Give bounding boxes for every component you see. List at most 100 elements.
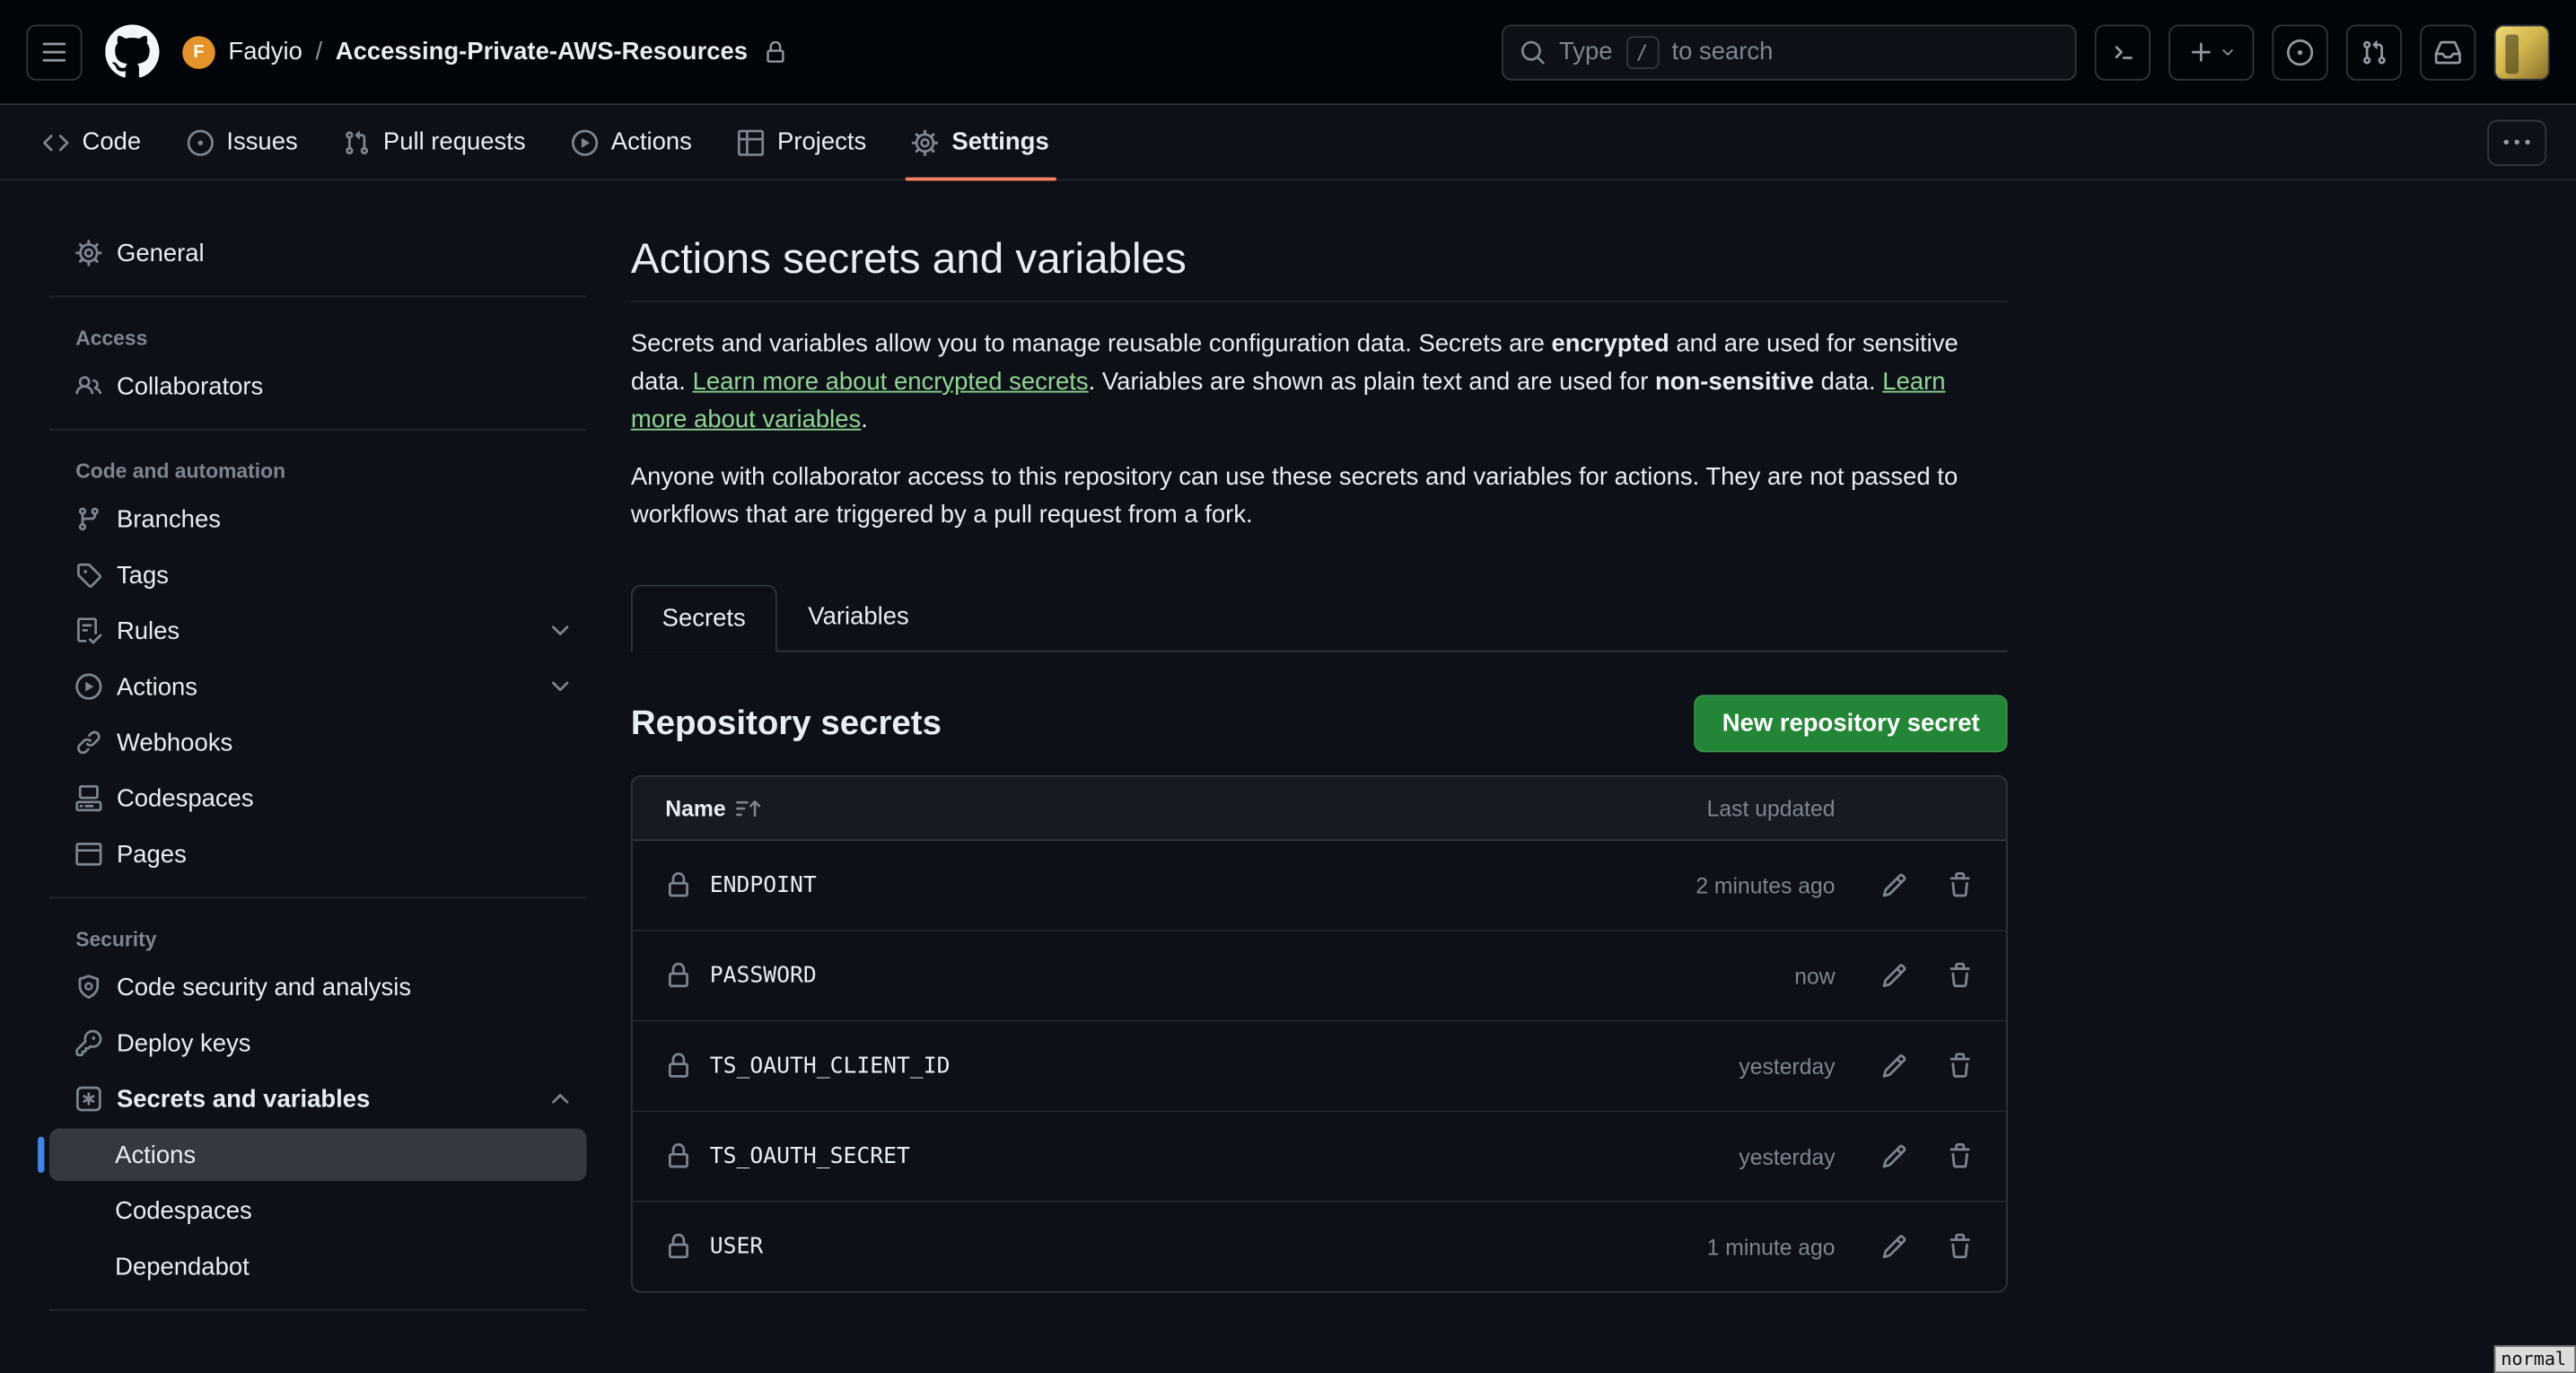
sidebar-item-label: Rules xyxy=(117,617,180,644)
learn-more-secrets-link[interactable]: Learn more about encrypted secrets xyxy=(693,368,1089,396)
github-repo-settings-page: F Fadyio / Accessing-Private-AWS-Resourc… xyxy=(0,0,2576,1373)
tab-settings[interactable]: Settings xyxy=(889,105,1073,179)
tab-label: Issues xyxy=(226,128,297,156)
sidebar-item-secrets-and-variables[interactable]: Secrets and variables xyxy=(49,1072,587,1125)
create-new-button[interactable] xyxy=(2169,24,2254,80)
column-last-updated: Last updated xyxy=(1589,796,1836,820)
gear-icon xyxy=(75,240,101,266)
chevron-down-icon xyxy=(548,673,574,699)
sidebar-item-pages[interactable]: Pages xyxy=(49,828,587,881)
sidebar-item-codespaces[interactable]: Codespaces xyxy=(49,772,587,825)
tab-code[interactable]: Code xyxy=(20,105,164,179)
repository-secrets-header: Repository secrets New repository secret xyxy=(631,695,2008,752)
inbox-button[interactable] xyxy=(2420,24,2475,80)
sidebar-subitem-dependabot[interactable]: Dependabot xyxy=(49,1240,587,1293)
sidebar-item-label: General xyxy=(117,239,205,267)
edit-secret-icon[interactable] xyxy=(1881,963,1907,989)
secret-name: ENDPOINT xyxy=(710,872,817,898)
delete-secret-icon[interactable] xyxy=(1947,1234,1973,1260)
sidebar-item-rules[interactable]: Rules xyxy=(49,605,587,658)
sidebar-item-collaborators[interactable]: Collaborators xyxy=(49,360,587,413)
sidebar-item-actions[interactable]: Actions xyxy=(49,660,587,713)
settings-sidebar: General Access Collaborators Code and au… xyxy=(0,180,609,1327)
people-icon xyxy=(75,373,101,399)
tab-projects[interactable]: Projects xyxy=(714,105,889,179)
new-repository-secret-button[interactable]: New repository secret xyxy=(1695,695,2008,752)
plus-icon xyxy=(2187,39,2213,65)
sidebar-item-deploy-keys[interactable]: Deploy keys xyxy=(49,1017,587,1070)
sidebar-item-label: Codespaces xyxy=(117,784,254,812)
tab-issues[interactable]: Issues xyxy=(164,105,321,179)
secret-row: TS_OAUTH_CLIENT_ID yesterday xyxy=(633,1020,2006,1111)
git-pull-request-icon xyxy=(344,129,370,155)
edit-secret-icon[interactable] xyxy=(1881,1143,1907,1169)
breadcrumb-separator: / xyxy=(315,38,322,66)
tab-actions[interactable]: Actions xyxy=(548,105,714,179)
secret-row: TS_OAUTH_SECRET yesterday xyxy=(633,1110,2006,1201)
sidebar-item-tags[interactable]: Tags xyxy=(49,548,587,601)
play-icon xyxy=(572,129,598,155)
hamburger-icon xyxy=(41,39,67,65)
github-logo[interactable] xyxy=(105,24,159,78)
command-palette-button[interactable] xyxy=(2095,24,2151,80)
sidebar-item-label: Branches xyxy=(117,505,221,533)
codespaces-icon xyxy=(75,785,101,811)
edit-secret-icon[interactable] xyxy=(1881,1053,1907,1079)
webhook-icon xyxy=(75,730,101,756)
global-menu-button[interactable] xyxy=(26,24,82,80)
sidebar-item-label: Collaborators xyxy=(117,372,263,400)
delete-secret-icon[interactable] xyxy=(1947,963,1973,989)
sidebar-item-code-security[interactable]: Code security and analysis xyxy=(49,961,587,1014)
chevron-down-icon xyxy=(2219,44,2235,60)
user-avatar xyxy=(2495,25,2548,78)
breadcrumb-repo-link[interactable]: Accessing-Private-AWS-Resources xyxy=(336,38,748,66)
sidebar-subitem-actions[interactable]: Actions xyxy=(49,1128,587,1181)
pull-requests-dashboard-button[interactable] xyxy=(2346,24,2402,80)
secret-updated: now xyxy=(1589,964,1836,988)
sidebar-subitem-codespaces[interactable]: Codespaces xyxy=(49,1185,587,1237)
issues-dashboard-button[interactable] xyxy=(2272,24,2327,80)
code-icon xyxy=(43,129,69,155)
search-input[interactable]: Type / to search xyxy=(1502,24,2077,80)
secret-name: USER xyxy=(710,1234,764,1260)
sidebar-item-general[interactable]: General xyxy=(49,227,587,280)
breadcrumb: F Fadyio / Accessing-Private-AWS-Resourc… xyxy=(182,35,787,68)
tab-variables[interactable]: Variables xyxy=(777,583,941,651)
intro-text: . Variables are shown as plain text and … xyxy=(1089,368,1655,396)
lock-icon xyxy=(665,963,691,989)
edit-secret-icon[interactable] xyxy=(1881,1234,1907,1260)
sidebar-item-label: Code security and analysis xyxy=(117,974,411,1001)
sort-ascending-icon[interactable] xyxy=(736,796,760,820)
issue-opened-icon xyxy=(187,129,213,155)
nav-overflow-button[interactable] xyxy=(2487,120,2546,166)
divider xyxy=(49,295,587,297)
lock-icon xyxy=(665,872,691,898)
tab-pull-requests[interactable]: Pull requests xyxy=(320,105,548,179)
sidebar-item-label: Secrets and variables xyxy=(117,1085,370,1113)
user-avatar-button[interactable] xyxy=(2494,24,2550,80)
kebab-horizontal-icon xyxy=(2504,130,2530,156)
shield-icon xyxy=(75,974,101,1000)
browser-icon xyxy=(75,841,101,867)
delete-secret-icon[interactable] xyxy=(1947,1053,1973,1079)
gear-icon xyxy=(912,129,938,155)
tab-secrets[interactable]: Secrets xyxy=(631,585,777,652)
search-placeholder-suffix: to search xyxy=(1671,38,1773,66)
sidebar-item-label: Dependabot xyxy=(115,1253,250,1281)
chevron-up-icon xyxy=(548,1086,574,1112)
secret-row: PASSWORD now xyxy=(633,930,2006,1020)
delete-secret-icon[interactable] xyxy=(1947,1143,1973,1169)
github-mark-icon xyxy=(105,24,159,78)
sidebar-item-branches[interactable]: Branches xyxy=(49,493,587,546)
intro-bold: non-sensitive xyxy=(1655,368,1814,396)
owner-avatar[interactable]: F xyxy=(182,35,215,68)
sidebar-item-label: Pages xyxy=(117,840,187,868)
collaborator-access-paragraph: Anyone with collaborator access to this … xyxy=(631,459,2008,534)
sidebar-item-webhooks[interactable]: Webhooks xyxy=(49,716,587,769)
secret-updated: 2 minutes ago xyxy=(1589,873,1836,897)
sidebar-item-label: Actions xyxy=(117,673,197,701)
breadcrumb-owner-link[interactable]: Fadyio xyxy=(228,38,302,66)
delete-secret-icon[interactable] xyxy=(1947,872,1973,898)
intro-bold: encrypted xyxy=(1551,330,1669,358)
edit-secret-icon[interactable] xyxy=(1881,872,1907,898)
